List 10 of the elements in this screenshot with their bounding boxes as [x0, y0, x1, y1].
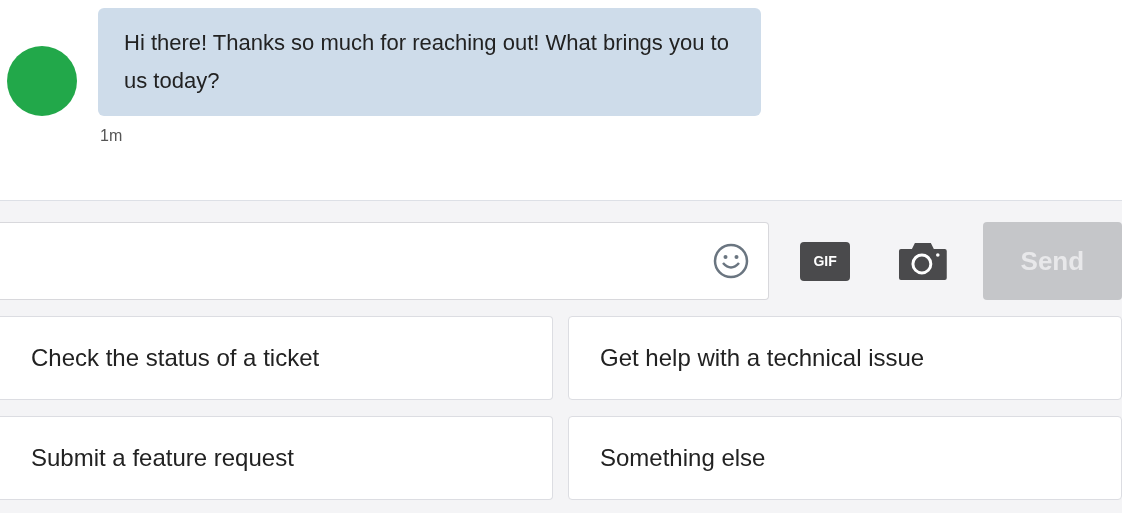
quick-reply-button[interactable]: Check the status of a ticket [0, 316, 553, 400]
quick-reply-button[interactable]: Something else [568, 416, 1122, 500]
gif-button[interactable]: GIF [800, 241, 850, 281]
message-input[interactable] [0, 222, 770, 300]
quick-reply-button[interactable]: Submit a feature request [0, 416, 553, 500]
quick-reply-button[interactable]: Get help with a technical issue [568, 316, 1122, 400]
message-bubble: Hi there! Thanks so much for reaching out! What brings you to us today? [98, 8, 761, 116]
emoji-icon[interactable] [712, 242, 751, 280]
camera-icon[interactable] [897, 241, 948, 281]
timestamp: 1m [100, 126, 124, 146]
